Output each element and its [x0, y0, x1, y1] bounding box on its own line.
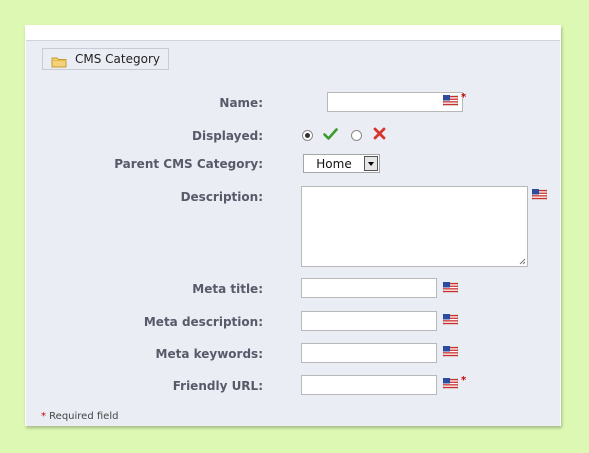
cms-category-panel: CMS Category Name: * Displayed: Parent C…: [25, 25, 561, 426]
description-textarea[interactable]: [301, 186, 528, 267]
us-flag-icon[interactable]: [443, 282, 458, 293]
friendly-url-label: Friendly URL:: [172, 379, 263, 393]
parent-category-value: Home: [316, 157, 352, 171]
meta-description-label: Meta description:: [143, 315, 263, 329]
displayed-yes-radio[interactable]: [302, 130, 313, 141]
description-label: Description:: [180, 190, 263, 204]
meta-keywords-input[interactable]: [301, 343, 437, 363]
cms-category-fieldset: CMS Category Name: * Displayed: Parent C…: [26, 40, 560, 426]
us-flag-icon[interactable]: [532, 189, 547, 200]
meta-keywords-label: Meta keywords:: [155, 347, 264, 361]
parent-category-select[interactable]: Home: [303, 154, 380, 173]
meta-description-input[interactable]: [301, 311, 437, 331]
displayed-no-radio[interactable]: [351, 130, 362, 141]
required-text: Required field: [46, 411, 119, 422]
meta-title-label: Meta title:: [192, 282, 263, 296]
us-flag-icon[interactable]: [443, 314, 458, 325]
friendly-url-input[interactable]: [301, 375, 437, 395]
folder-icon: [51, 53, 67, 68]
legend-title: CMS Category: [75, 52, 160, 66]
parent-category-label: Parent CMS Category:: [114, 157, 263, 171]
fieldset-legend: CMS Category: [42, 48, 169, 70]
resize-handle-icon[interactable]: [519, 258, 526, 265]
us-flag-icon[interactable]: [443, 346, 458, 357]
name-label: Name:: [219, 96, 263, 110]
required-field-note: * Required field: [41, 411, 118, 422]
chevron-down-icon: [364, 156, 378, 171]
us-flag-icon[interactable]: [443, 378, 458, 389]
displayed-label: Displayed:: [192, 129, 263, 143]
check-icon: [323, 128, 338, 140]
required-marker: *: [461, 375, 467, 386]
meta-title-input[interactable]: [301, 278, 437, 298]
cross-icon: [373, 127, 386, 140]
us-flag-icon[interactable]: [443, 95, 458, 106]
required-marker: *: [461, 92, 467, 103]
